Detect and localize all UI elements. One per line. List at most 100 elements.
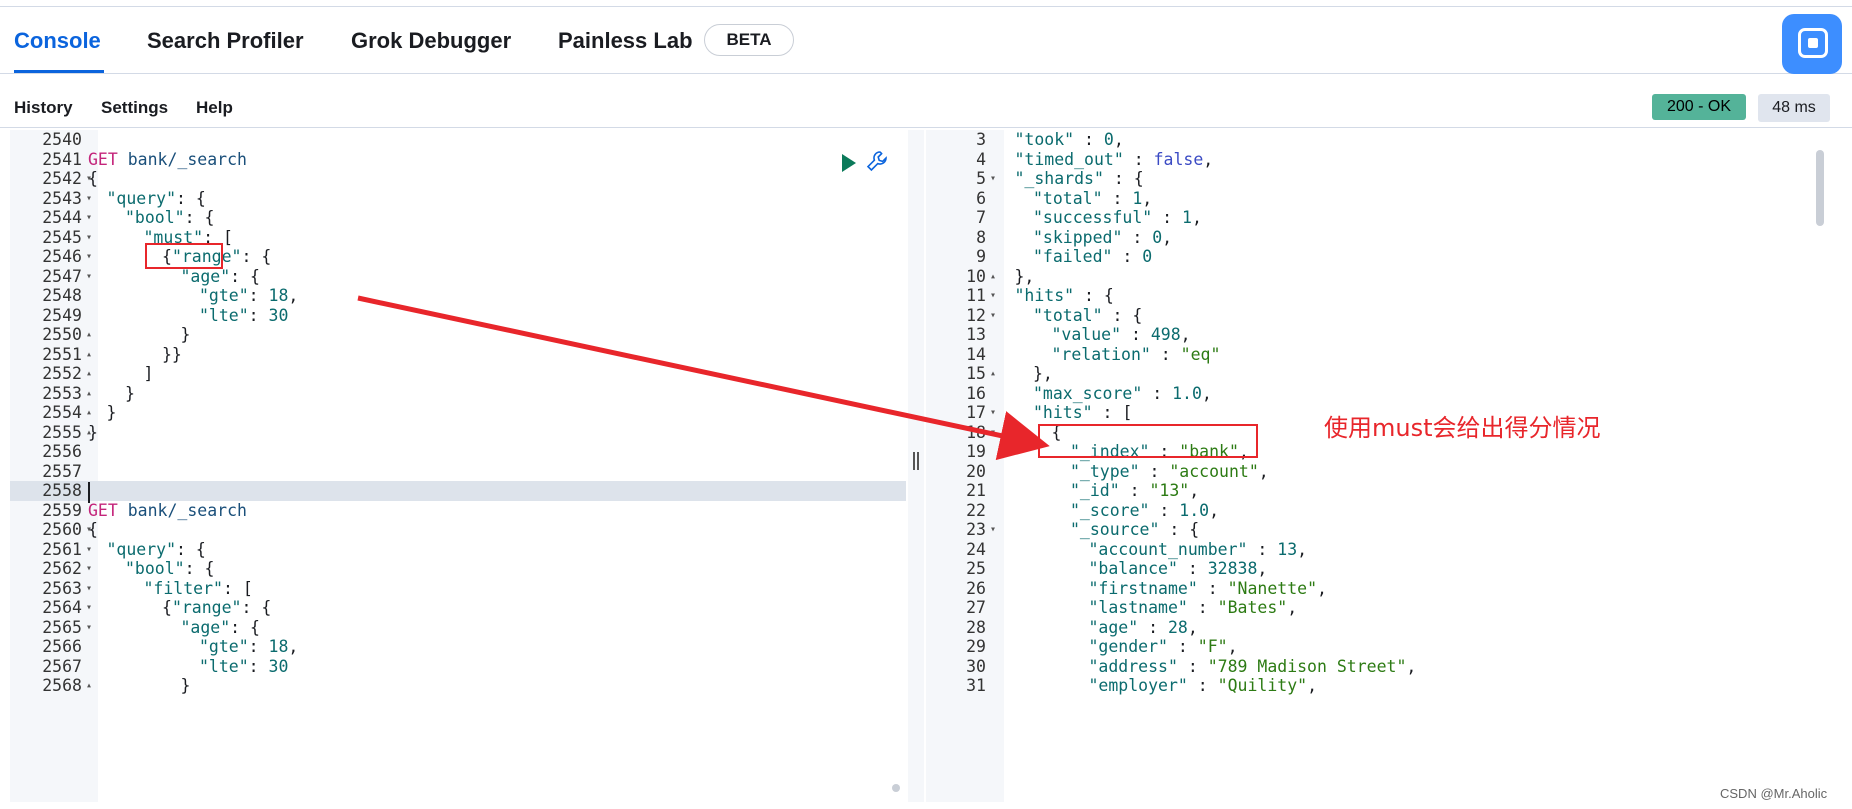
- code-line[interactable]: 12 ▾ "total" : {: [926, 306, 1832, 326]
- code-line[interactable]: 2554 ▴}: [10, 403, 906, 423]
- code-line[interactable]: 2567 "lte": 30: [10, 657, 906, 677]
- punct: : {: [184, 208, 215, 227]
- json-number: 18: [268, 637, 289, 656]
- help-link[interactable]: Help: [196, 98, 233, 118]
- code-line[interactable]: 23 ▾ "_source" : {: [926, 520, 1832, 540]
- code-line[interactable]: 31 "employer" : "Quility",: [926, 676, 1832, 696]
- code-line[interactable]: 11 ▾ "hits" : {: [926, 286, 1832, 306]
- code-line[interactable]: 2549 "lte": 30: [10, 306, 906, 326]
- code-line[interactable]: 2560 ▾{: [10, 520, 906, 540]
- code-text: "lte": 30: [199, 657, 288, 677]
- code-line[interactable]: 2553 ▴}: [10, 384, 906, 404]
- code-line[interactable]: 8 "skipped" : 0,: [926, 228, 1832, 248]
- code-line[interactable]: 29 "gender" : "F",: [926, 637, 1832, 657]
- code-line[interactable]: 2563 ▾ "filter": [: [10, 579, 906, 599]
- punct: ,: [1201, 383, 1212, 403]
- code-line[interactable]: 28 "age" : 28,: [926, 618, 1832, 638]
- json-key: "relation": [1051, 344, 1151, 364]
- code-line[interactable]: 14 "relation" : "eq": [926, 345, 1832, 365]
- request-editor[interactable]: 2540 2541 GET bank/_search 2542 ▾{2543 ▾ "quer…: [10, 130, 906, 802]
- code-line[interactable]: 25 "balance" : 32838,: [926, 559, 1832, 579]
- punct: : {: [241, 247, 272, 266]
- code-line[interactable]: 2564 ▾ {"range": {: [10, 598, 906, 618]
- code-line[interactable]: 2541 GET bank/_search: [10, 150, 906, 170]
- line-number: 2557: [42, 461, 82, 481]
- code-line[interactable]: 2565 ▾ "age": {: [10, 618, 906, 638]
- code-text: "hits" : [: [1033, 403, 1132, 423]
- code-line[interactable]: 4 "timed_out" : false,: [926, 150, 1832, 170]
- code-line[interactable]: 30 "address" : "789 Madison Street",: [926, 657, 1832, 677]
- fold-close-icon: ▴: [86, 329, 93, 340]
- json-number: 1.0: [1179, 500, 1210, 520]
- annotation-note: 使用must会给出得分情况: [1324, 414, 1601, 442]
- code-text: "skipped" : 0,: [1033, 228, 1172, 248]
- tab-console[interactable]: Console: [14, 28, 101, 54]
- code-line[interactable]: 2557: [10, 462, 906, 482]
- code-line[interactable]: 5 ▾ "_shards" : {: [926, 169, 1832, 189]
- code-line[interactable]: 6 "total" : 1,: [926, 189, 1832, 209]
- code-line[interactable]: 26 "firstname" : "Nanette",: [926, 579, 1832, 599]
- code-line[interactable]: 2559 GET bank/_search: [10, 501, 906, 521]
- code-line[interactable]: 2566 "gte": 18,: [10, 637, 906, 657]
- code-line[interactable]: 10 ▴},: [926, 267, 1832, 287]
- code-line[interactable]: 2561 ▾ "query": {: [10, 540, 906, 560]
- code-line[interactable]: 2543 ▾ "query": {: [10, 189, 906, 209]
- code-line[interactable]: 22 "_score" : 1.0,: [926, 501, 1832, 521]
- code-line[interactable]: 13 "value" : 498,: [926, 325, 1832, 345]
- line-number: 2550: [42, 325, 82, 344]
- code-line[interactable]: 2552 ▴]: [10, 364, 906, 384]
- code-line[interactable]: 2556: [10, 442, 906, 462]
- code-line[interactable]: 2558: [10, 481, 906, 501]
- line-number: 7: [976, 208, 986, 227]
- code-text: "firstname" : "Nanette",: [1089, 579, 1327, 599]
- json-key: "_shards": [1014, 169, 1104, 188]
- response-scrollbar[interactable]: [1816, 150, 1824, 226]
- line-number: 6: [976, 188, 986, 208]
- punct: :: [1167, 637, 1198, 656]
- code-line[interactable]: 2548 "gte": 18,: [10, 286, 906, 306]
- code-line[interactable]: 24 "account_number" : 13,: [926, 540, 1832, 560]
- code-line[interactable]: 9 "failed" : 0: [926, 247, 1832, 267]
- tab-painless-lab[interactable]: Painless Lab: [558, 28, 693, 54]
- line-number: 2560: [42, 520, 82, 539]
- code-line[interactable]: 2544 ▾ "bool": {: [10, 208, 906, 228]
- code-text: {: [88, 520, 98, 540]
- punct: }: [180, 325, 191, 344]
- code-line[interactable]: 2551 ▴}}: [10, 345, 906, 365]
- beta-badge: BETA: [704, 24, 794, 56]
- code-line[interactable]: 2555 ▴}: [10, 423, 906, 443]
- tab-search-profiler[interactable]: Search Profiler: [147, 28, 304, 54]
- line-number: 2566: [42, 637, 82, 656]
- history-link[interactable]: History: [14, 98, 73, 118]
- response-viewer[interactable]: 3 "took" : 0, 4 "timed_out" : false, 5 ▾ "_sha…: [926, 130, 1832, 802]
- code-line[interactable]: 7 "successful" : 1,: [926, 208, 1832, 228]
- tab-grok-debugger[interactable]: Grok Debugger: [351, 28, 511, 54]
- code-line[interactable]: 20 "_type" : "account",: [926, 462, 1832, 482]
- code-line[interactable]: 2562 ▾ "bool": {: [10, 559, 906, 579]
- code-text: "query": {: [107, 189, 206, 209]
- punct: :: [1139, 461, 1170, 481]
- code-line[interactable]: 2540: [10, 130, 906, 150]
- code-text: "gte": 18,: [199, 286, 298, 306]
- code-line[interactable]: 16 "max_score" : 1.0,: [926, 384, 1832, 404]
- code-line[interactable]: 27 "lastname" : "Bates",: [926, 598, 1832, 618]
- code-line[interactable]: 3 "took" : 0,: [926, 130, 1832, 150]
- resizer-handle-icon[interactable]: [913, 452, 919, 470]
- assistant-icon[interactable]: [1782, 14, 1842, 74]
- code-line[interactable]: 2547 ▾ "age": {: [10, 267, 906, 287]
- code-line[interactable]: 21 "_id" : "13",: [926, 481, 1832, 501]
- json-key: "range": [171, 598, 242, 617]
- code-text: "value" : 498,: [1052, 325, 1191, 345]
- punct: ,: [1257, 559, 1268, 578]
- settings-link[interactable]: Settings: [101, 98, 168, 118]
- code-line[interactable]: 15 ▴},: [926, 364, 1832, 384]
- json-key: "_source": [1070, 520, 1160, 539]
- code-line[interactable]: 2568 ▴}: [10, 676, 906, 696]
- code-line[interactable]: 2550 ▴}: [10, 325, 906, 345]
- fold-open-icon: ▾: [86, 621, 93, 633]
- request-scroll-indicator[interactable]: [892, 784, 900, 792]
- pane-resizer[interactable]: [908, 130, 924, 802]
- json-number: 498: [1150, 325, 1181, 344]
- punct: ,: [1317, 578, 1327, 598]
- code-line[interactable]: 2542 ▾{: [10, 169, 906, 189]
